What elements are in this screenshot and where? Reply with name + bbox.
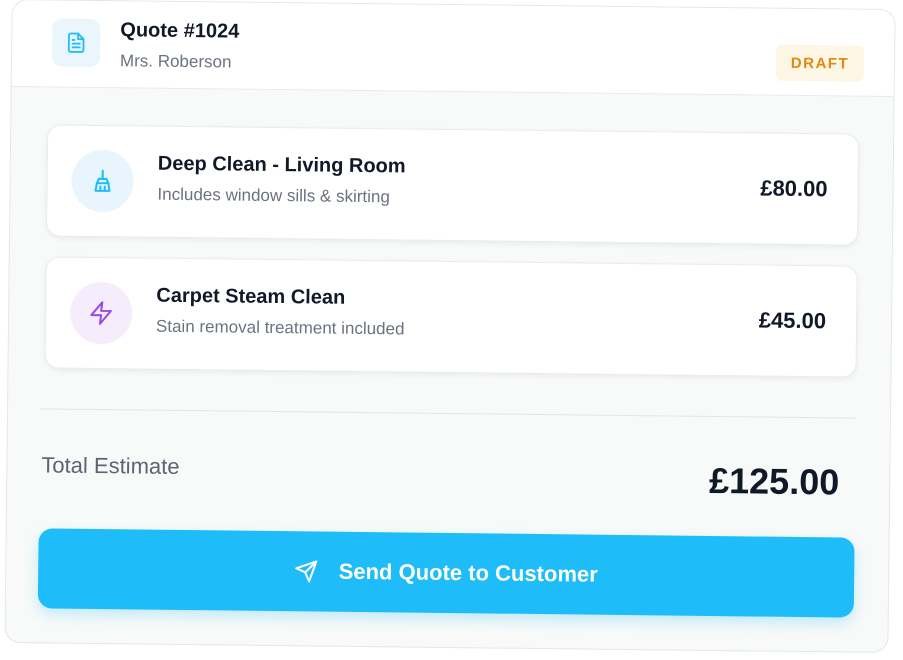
- customer-name: Mrs. Roberson: [119, 51, 232, 72]
- line-item[interactable]: Deep Clean - Living Room Includes window…: [45, 124, 860, 246]
- item-name: Deep Clean - Living Room: [157, 152, 406, 178]
- send-quote-label: Send Quote to Customer: [338, 558, 598, 587]
- item-name: Carpet Steam Clean: [156, 284, 346, 309]
- item-price: £45.00: [758, 307, 827, 334]
- page: Quote #1024 Mrs. Roberson DRAFT Deep Cle…: [0, 0, 903, 660]
- quote-title: Quote #1024: [120, 19, 240, 43]
- quote-card: Quote #1024 Mrs. Roberson DRAFT Deep Cle…: [4, 0, 896, 653]
- total-value: £125.00: [708, 459, 840, 503]
- send-icon: [295, 559, 319, 583]
- document-icon: [51, 18, 101, 68]
- broom-icon: [71, 149, 134, 213]
- lightning-icon: [69, 281, 133, 345]
- item-price: £80.00: [760, 175, 828, 202]
- divider: [40, 408, 856, 419]
- quote-header: Quote #1024 Mrs. Roberson DRAFT: [11, 0, 895, 98]
- line-item[interactable]: Carpet Steam Clean Stain removal treatme…: [44, 256, 858, 378]
- send-quote-button[interactable]: Send Quote to Customer: [37, 528, 855, 618]
- status-badge: DRAFT: [775, 44, 865, 82]
- item-description: Includes window sills & skirting: [157, 184, 390, 207]
- item-description: Stain removal treatment included: [155, 316, 405, 339]
- total-label: Total Estimate: [41, 452, 180, 479]
